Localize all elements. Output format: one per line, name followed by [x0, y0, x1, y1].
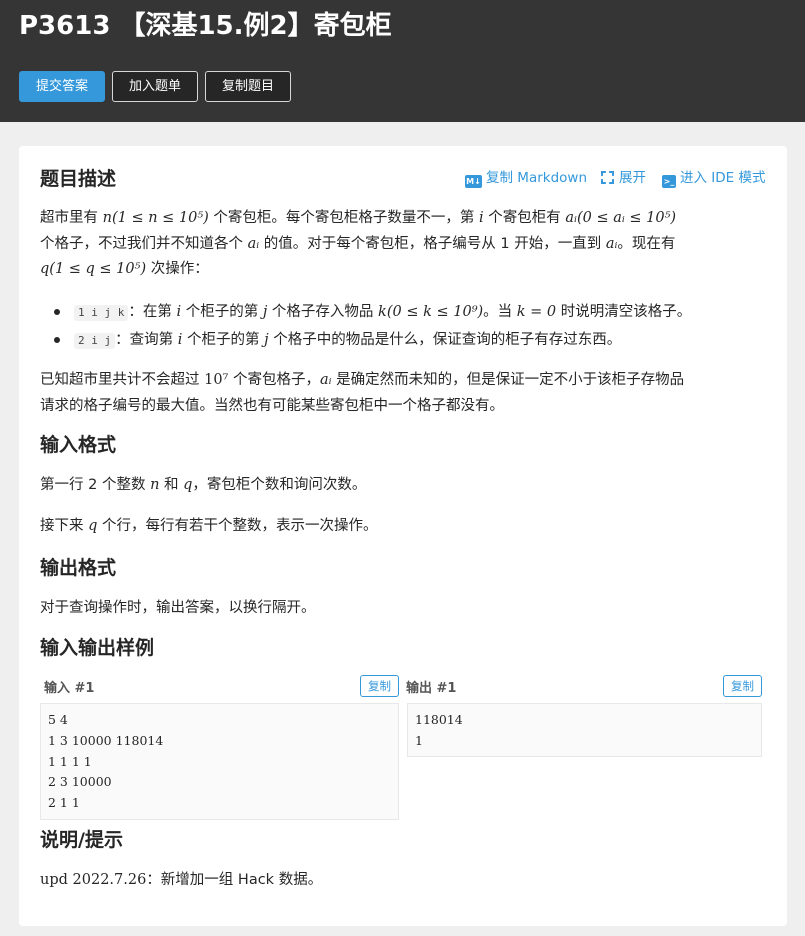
text: 已知超市里共计不会超过	[40, 372, 205, 388]
sample-input-box[interactable]: 5 4 1 3 10000 118014 1 1 1 1 2 3 10000 2…	[40, 703, 399, 820]
sample-output-box[interactable]: 118014 1	[407, 703, 762, 757]
inline-code: 1 i j k	[74, 305, 129, 321]
math-ai: aᵢ	[247, 236, 260, 252]
input-format-line-1: 第一行 2 个整数 n 和 q，寄包柜个数和询问次数。	[40, 474, 366, 496]
copy-sample-output-button[interactable]: 复制	[723, 675, 762, 697]
description-paragraph-line: q(1 ≤ q ≤ 10⁵) 次操作：	[40, 258, 209, 280]
text: 的值。对于每个寄包柜，格子编号从 1 开始，一直到	[259, 236, 606, 252]
input-format-heading: 输入格式	[40, 434, 117, 456]
text: 个寄包柜有	[483, 210, 566, 226]
copy-markdown-label: 复制 Markdown	[486, 170, 588, 186]
text: 次操作：	[146, 261, 209, 277]
text: 请求的格子编号的最大值。当然也有可能某些寄包柜中一个格子都没有。	[40, 398, 504, 414]
markdown-icon: M↓	[465, 175, 482, 188]
text: 。现在有	[617, 236, 676, 252]
text: ：查询第	[115, 332, 178, 348]
math-q: q	[88, 518, 98, 534]
text: 第一行 2 个整数	[40, 477, 151, 493]
copy-markdown-link[interactable]: M↓ 复制 Markdown	[465, 168, 587, 188]
code-line: 1	[415, 732, 423, 748]
text: 个柜子的第	[181, 304, 263, 320]
update-date: upd 2022.7.26	[40, 872, 147, 888]
input-format-line-2: 接下来 q 个行，每行有若干个整数，表示一次操作。	[40, 515, 378, 537]
description-paragraph-line: 请求的格子编号的最大值。当然也有可能某些寄包柜中一个格子都没有。	[40, 395, 504, 417]
math-k-zero: k = 0	[516, 304, 557, 320]
text: ：在第	[128, 304, 177, 320]
code-line: 1 1 1 1	[48, 753, 92, 769]
problem-card: 题目描述 M↓ 复制 Markdown 展开 >_ 进入 IDE 模式 超市里有 n…	[19, 146, 787, 926]
bullet	[54, 337, 60, 343]
hint-line: upd 2022.7.26：新增加一组 Hack 数据。	[40, 869, 322, 891]
copy-sample-input-button[interactable]: 复制	[360, 675, 399, 697]
text: 个格子，不过我们并不知道各个	[40, 236, 248, 252]
add-to-list-button[interactable]: 加入题单	[112, 71, 198, 102]
ide-mode-link[interactable]: >_ 进入 IDE 模式	[662, 168, 766, 188]
text: 个柜子的第	[182, 332, 265, 348]
description-heading: 题目描述	[40, 168, 117, 190]
description-paragraph-line: 个格子，不过我们并不知道各个 aᵢ 的值。对于每个寄包柜，格子编号从 1 开始，…	[40, 233, 675, 255]
operation-item-2: 2 i j ：查询第 i 个柜子的第 j 个格子中的物品是什么，保证查询的柜子有存…	[74, 329, 621, 351]
math-n: n	[150, 477, 160, 493]
expand-icon	[601, 171, 614, 184]
text: 超市里有	[40, 210, 103, 226]
samples-heading: 输入输出样例	[40, 637, 155, 659]
text: ：新增加一组 Hack 数据。	[146, 872, 323, 888]
code-line: 2 1 1	[48, 795, 80, 811]
hint-heading: 说明/提示	[40, 829, 123, 851]
text: 接下来	[40, 518, 89, 534]
text: 是确定然而未知的，但是保证一定不小于该柜子存物品	[331, 372, 685, 388]
math-n-range: n(1 ≤ n ≤ 10⁵)	[102, 210, 209, 226]
code-line: 5 4	[48, 712, 68, 727]
text: 时说明清空该格子。	[556, 304, 692, 320]
bullet	[54, 309, 60, 315]
operation-item-1: 1 i j k ：在第 i 个柜子的第 j 个格子存入物品 k(0 ≤ k ≤ 1…	[74, 301, 691, 323]
text: 个格子存入物品	[267, 304, 379, 320]
text: 个寄包格子，	[228, 372, 320, 388]
sample-input-label: 输入 #1	[44, 681, 95, 696]
description-paragraph-line: 超市里有 n(1 ≤ n ≤ 10⁵) 个寄包柜。每个寄包柜格子数量不一，第 i…	[40, 207, 676, 229]
text: 个格子中的物品是什么，保证查询的柜子有存过东西。	[268, 332, 622, 348]
code-line: 2 3 10000	[48, 774, 112, 790]
submit-button[interactable]: 提交答案	[19, 71, 105, 102]
ide-mode-label: 进入 IDE 模式	[680, 170, 766, 186]
text: ，寄包柜个数和询问次数。	[192, 477, 367, 493]
sample-output-label: 输出 #1	[406, 681, 457, 696]
code-line: 118014	[415, 712, 463, 727]
math-a-range: aᵢ(0 ≤ aᵢ ≤ 10⁵)	[565, 210, 677, 226]
output-format-line: 对于查询操作时，输出答案，以换行隔开。	[40, 600, 316, 616]
output-format-heading: 输出格式	[40, 557, 117, 579]
description-paragraph-line: 已知超市里共计不会超过 10⁷ 个寄包格子，aᵢ 是确定然而未知的，但是保证一定…	[40, 369, 684, 391]
text: 和	[159, 477, 184, 493]
code-line: 1 3 10000 118014	[48, 732, 164, 748]
text: 个寄包柜。每个寄包柜格子数量不一，第	[208, 210, 480, 226]
page-title: P3613 【深基15.例2】寄包柜	[19, 11, 392, 41]
expand-link[interactable]: 展开	[601, 168, 646, 188]
math-ten-pow-7: 10⁷	[204, 372, 229, 388]
math-k-range: k(0 ≤ k ≤ 10⁹)	[378, 304, 484, 320]
math-ai: aᵢ	[605, 236, 618, 252]
text: 。当	[483, 304, 517, 320]
inline-code: 2 i j	[74, 333, 116, 349]
copy-problem-button[interactable]: 复制题目	[205, 71, 291, 102]
header-bar: P3613 【深基15.例2】寄包柜 提交答案 加入题单 复制题目	[0, 0, 805, 122]
expand-label: 展开	[619, 170, 646, 186]
math-ai: aᵢ	[319, 372, 332, 388]
text: 个行，每行有若干个整数，表示一次操作。	[97, 518, 378, 534]
math-q-range: q(1 ≤ q ≤ 10⁵)	[40, 261, 147, 277]
terminal-icon: >_	[662, 175, 676, 188]
